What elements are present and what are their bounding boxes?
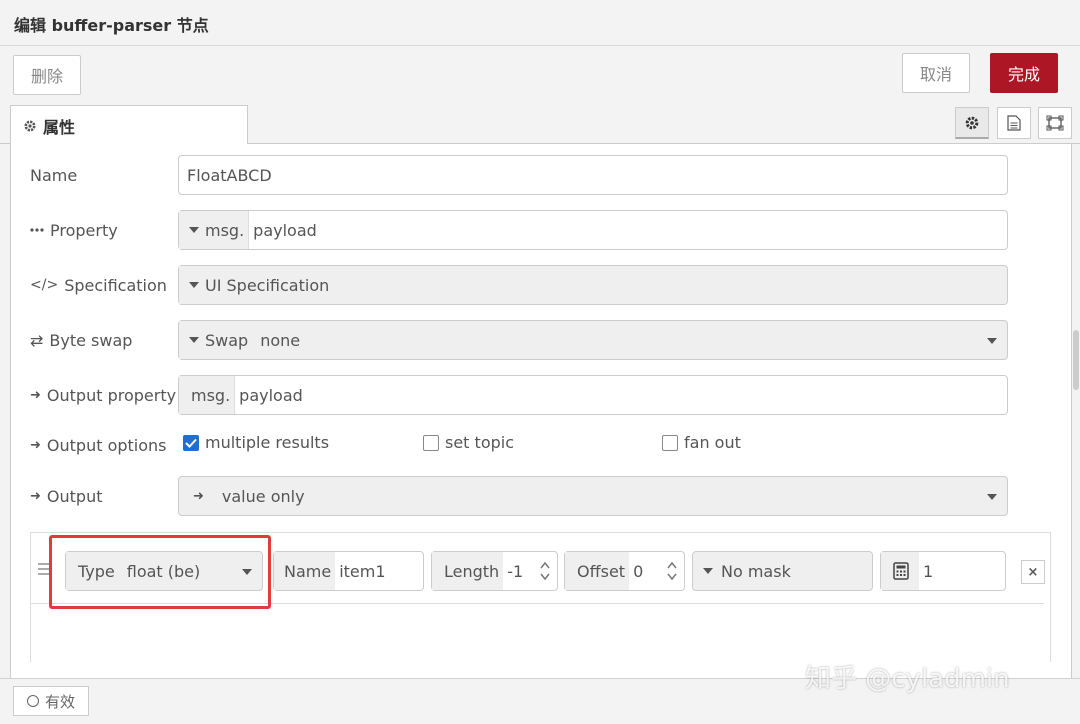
multiple-results-checkbox[interactable]: multiple results: [183, 433, 329, 452]
caret-down-icon: [189, 227, 199, 233]
specification-label: </> Specification: [30, 275, 167, 295]
sign-out-icon: ➜: [193, 488, 204, 504]
output-property-label: ➜ Output property: [30, 385, 177, 405]
output-property-value: payload: [239, 385, 303, 405]
caret-down-icon: [703, 568, 713, 574]
sign-out-icon: ➜: [30, 488, 41, 504]
watermark: 知乎 @cyladmin: [805, 664, 1010, 694]
stepper-icon[interactable]: [539, 559, 551, 583]
panel-scrollbar[interactable]: [1073, 330, 1079, 390]
checkbox-unchecked[interactable]: [662, 434, 678, 451]
caret-down-icon: [189, 282, 199, 288]
property-input[interactable]: msg. payload: [178, 210, 1008, 250]
spec-mask-select[interactable]: No mask: [692, 551, 873, 591]
dialog-titlebar: 编辑 buffer-parser 节点: [0, 0, 1080, 46]
caret-down-icon: [189, 337, 199, 343]
spec-name-input[interactable]: Name item1: [273, 551, 424, 591]
ellipsis-icon: [30, 228, 44, 232]
gear-icon: [24, 120, 36, 131]
gear-icon: [965, 116, 979, 129]
remove-row-button[interactable]: ×: [1021, 560, 1045, 584]
property-label: Property: [30, 210, 118, 250]
output-label: ➜ Output: [30, 486, 103, 506]
sign-out-icon: ➜: [30, 387, 41, 403]
property-value: payload: [253, 220, 317, 240]
byteswap-select[interactable]: Swap none: [178, 320, 1008, 360]
calculator-icon: [893, 562, 909, 580]
swap-arrows-icon: ⇄: [30, 330, 44, 350]
check-icon: [185, 438, 197, 448]
spec-length-input[interactable]: Length -1: [431, 551, 558, 591]
settings-tab-button[interactable]: [955, 107, 989, 139]
output-select[interactable]: ➜ value only: [178, 476, 1008, 516]
tab-bar: 属性: [0, 102, 1080, 145]
stepper-icon[interactable]: [666, 559, 678, 583]
byteswap-label: ⇄ Byte swap: [30, 330, 133, 350]
appearance-tab-button[interactable]: [1038, 107, 1072, 139]
document-icon: [1007, 115, 1021, 131]
checkbox-checked[interactable]: [183, 434, 199, 451]
property-type-dropdown[interactable]: msg.: [179, 211, 250, 249]
name-input[interactable]: FloatABCD: [178, 155, 1008, 195]
highlight-box: [49, 535, 271, 609]
cancel-button[interactable]: 取消: [902, 53, 970, 93]
spec-scale-input[interactable]: 1: [880, 551, 1006, 591]
byteswap-value: none: [260, 330, 301, 350]
sign-out-icon: ➜: [30, 437, 41, 453]
checkbox-unchecked[interactable]: [423, 434, 439, 451]
set-topic-checkbox[interactable]: set topic: [423, 433, 514, 452]
chevron-down-icon: [987, 494, 997, 500]
description-tab-button[interactable]: [997, 107, 1031, 139]
output-value: value only: [221, 486, 305, 506]
frame-icon: [1046, 115, 1064, 131]
code-icon: </>: [30, 277, 59, 293]
chevron-down-icon: [987, 338, 997, 344]
output-property-input[interactable]: msg. payload: [178, 375, 1008, 415]
spec-offset-input[interactable]: Offset 0: [564, 551, 685, 591]
tab-properties[interactable]: 属性: [10, 105, 248, 145]
dialog-toolbar: 删除 取消 完成: [0, 46, 1080, 102]
dialog-title: 编辑 buffer-parser 节点: [14, 16, 209, 35]
fan-out-checkbox[interactable]: fan out: [662, 433, 741, 452]
name-label: Name: [30, 165, 78, 185]
tab-properties-label: 属性: [43, 117, 76, 137]
done-button[interactable]: 完成: [990, 53, 1058, 93]
delete-button[interactable]: 删除: [13, 55, 81, 95]
output-options-label: ➜ Output options: [30, 435, 167, 455]
specification-dropdown[interactable]: UI Specification: [178, 265, 1008, 305]
circle-icon: [26, 695, 39, 707]
valid-toggle-button[interactable]: 有效: [13, 686, 89, 716]
